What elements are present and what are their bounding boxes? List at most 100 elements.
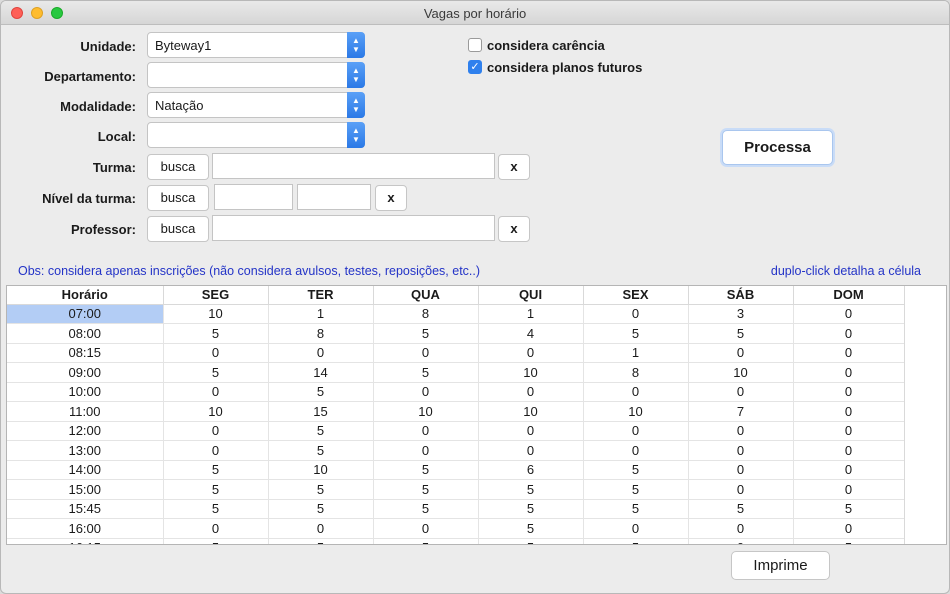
unidade-select[interactable]: Byteway1 ▲ ▼ (147, 32, 365, 58)
vacancy-cell[interactable]: 10 (163, 401, 269, 422)
table-row[interactable]: 15:00 5 5 5 5 5 0 0 (7, 479, 905, 500)
vacancy-cell[interactable]: 5 (583, 538, 689, 544)
table-row[interactable]: 08:00 5 8 5 4 5 5 0 (7, 323, 905, 344)
vertical-scrollbar-track[interactable] (904, 286, 910, 544)
vacancy-cell[interactable]: 1 (268, 304, 374, 324)
vacancy-cell[interactable]: 5 (163, 499, 269, 519)
vacancy-cell[interactable]: 5 (583, 499, 689, 519)
table-row[interactable]: 13:00 0 5 0 0 0 0 0 (7, 440, 905, 461)
vacancy-cell[interactable]: 1 (583, 343, 689, 363)
nivel-input-2[interactable] (297, 184, 371, 210)
vacancy-cell[interactable]: 0 (373, 382, 479, 402)
vacancy-cell[interactable]: 5 (163, 460, 269, 480)
turma-busca-button[interactable]: busca (147, 154, 209, 180)
vacancy-cell[interactable]: 0 (478, 382, 584, 402)
table-row[interactable]: 08:15 0 0 0 0 1 0 0 (7, 343, 905, 363)
vacancy-cell[interactable]: 8 (583, 362, 689, 383)
modalidade-select[interactable]: Natação ▲ ▼ (147, 92, 365, 118)
column-header[interactable]: SEG (163, 286, 269, 305)
time-cell[interactable]: 14:00 (7, 460, 164, 480)
vacancy-cell[interactable]: 5 (478, 518, 584, 539)
vacancy-cell[interactable]: 5 (373, 479, 479, 500)
vacancy-cell[interactable]: 6 (478, 460, 584, 480)
vacancy-cell[interactable]: 0 (793, 440, 905, 461)
vacancy-cell[interactable]: 0 (793, 343, 905, 363)
vacancy-cell[interactable]: 5 (163, 362, 269, 383)
schedule-table-container[interactable]: Horário SEG TER QUA QUI SEX SÁB DOM 07:00 10 1 8 1 0… (6, 285, 947, 545)
vacancy-cell[interactable]: 7 (688, 401, 794, 422)
vacancy-cell[interactable]: 5 (163, 538, 269, 544)
carencia-checkbox[interactable] (468, 38, 482, 52)
vacancy-cell[interactable]: 0 (793, 518, 905, 539)
vacancy-cell[interactable]: 3 (688, 304, 794, 324)
time-cell[interactable]: 08:00 (7, 323, 164, 344)
vacancy-cell[interactable]: 10 (478, 362, 584, 383)
vacancy-cell[interactable]: 0 (793, 382, 905, 402)
vacancy-cell[interactable]: 0 (163, 421, 269, 441)
nivel-clear-button[interactable]: x (375, 185, 407, 211)
vacancy-cell[interactable]: 0 (478, 421, 584, 441)
processa-button[interactable]: Processa (722, 130, 833, 165)
vacancy-cell[interactable]: 8 (373, 304, 479, 324)
vacancy-cell[interactable]: 5 (373, 538, 479, 544)
nivel-input-1[interactable] (214, 184, 293, 210)
vacancy-cell[interactable]: 5 (478, 499, 584, 519)
table-row[interactable]: 10:00 0 5 0 0 0 0 0 (7, 382, 905, 402)
professor-input[interactable] (212, 215, 495, 241)
imprime-button[interactable]: Imprime (731, 551, 830, 580)
vacancy-cell[interactable]: 5 (373, 499, 479, 519)
vacancy-cell[interactable]: 0 (793, 479, 905, 500)
time-cell[interactable]: 08:15 (7, 343, 164, 363)
professor-busca-button[interactable]: busca (147, 216, 209, 242)
vacancy-cell[interactable]: 4 (478, 323, 584, 344)
vacancy-cell[interactable]: 10 (583, 401, 689, 422)
vacancy-cell[interactable]: 10 (373, 401, 479, 422)
departamento-select[interactable]: ▲ ▼ (147, 62, 365, 88)
vacancy-cell[interactable]: 5 (268, 538, 374, 544)
vacancy-cell[interactable]: 0 (793, 401, 905, 422)
vacancy-cell[interactable]: 5 (583, 479, 689, 500)
vacancy-cell[interactable]: 15 (268, 401, 374, 422)
vacancy-cell[interactable]: 5 (478, 538, 584, 544)
vacancy-cell[interactable]: 0 (688, 343, 794, 363)
time-cell[interactable]: 13:00 (7, 440, 164, 461)
professor-clear-button[interactable]: x (498, 216, 530, 242)
time-cell[interactable]: 09:00 (7, 362, 164, 383)
vacancy-cell[interactable]: 0 (478, 440, 584, 461)
vacancy-cell[interactable]: 0 (373, 421, 479, 441)
column-header[interactable]: SEX (583, 286, 689, 305)
vacancy-cell[interactable]: 10 (268, 460, 374, 480)
vacancy-cell[interactable]: 0 (583, 440, 689, 461)
vacancy-cell[interactable]: 0 (793, 304, 905, 324)
vacancy-cell[interactable]: 0 (583, 421, 689, 441)
vacancy-cell[interactable]: 5 (793, 499, 905, 519)
vacancy-cell[interactable]: 5 (478, 479, 584, 500)
vacancy-cell[interactable]: 5 (268, 499, 374, 519)
vacancy-cell[interactable]: 0 (793, 421, 905, 441)
vacancy-cell[interactable]: 5 (373, 460, 479, 480)
vacancy-cell[interactable]: 10 (688, 362, 794, 383)
column-header[interactable]: SÁB (688, 286, 794, 305)
time-cell[interactable]: 16:15 (7, 538, 164, 544)
vacancy-cell[interactable]: 0 (793, 323, 905, 344)
column-header[interactable]: Horário (7, 286, 164, 305)
vacancy-cell[interactable]: 0 (688, 538, 794, 544)
vacancy-cell[interactable]: 0 (688, 440, 794, 461)
table-row[interactable]: 07:00 10 1 8 1 0 3 0 (7, 304, 905, 324)
vacancy-cell[interactable]: 0 (583, 382, 689, 402)
time-cell[interactable]: 16:00 (7, 518, 164, 539)
nivel-busca-button[interactable]: busca (147, 185, 209, 211)
vacancy-cell[interactable]: 5 (163, 479, 269, 500)
vacancy-cell[interactable]: 1 (478, 304, 584, 324)
planos-futuros-checkbox[interactable]: ✓ (468, 60, 482, 74)
table-row[interactable]: 11:00 10 15 10 10 10 7 0 (7, 401, 905, 422)
vacancy-cell[interactable]: 5 (688, 323, 794, 344)
vacancy-cell[interactable]: 5 (583, 460, 689, 480)
vacancy-cell[interactable]: 0 (163, 343, 269, 363)
vacancy-cell[interactable]: 0 (163, 382, 269, 402)
vacancy-cell[interactable]: 0 (688, 460, 794, 480)
table-row[interactable]: 14:00 5 10 5 6 5 0 0 (7, 460, 905, 480)
vacancy-cell[interactable]: 5 (688, 499, 794, 519)
vacancy-cell[interactable]: 5 (268, 479, 374, 500)
vacancy-cell[interactable]: 0 (373, 518, 479, 539)
